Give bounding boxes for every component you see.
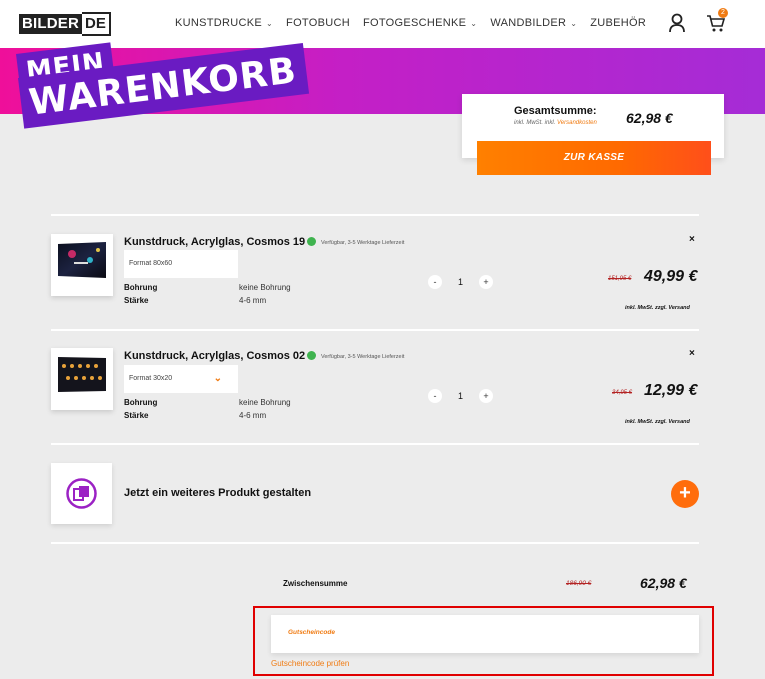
nav-item-fotobuch[interactable]: FOTOBUCH (286, 17, 350, 29)
voucher-input-placeholder: Gutscheincode (288, 629, 335, 636)
nav-item-wandbilder[interactable]: WANDBILDER ⌄ (490, 17, 577, 29)
spec-label: Stärke (124, 296, 149, 305)
product-image (58, 357, 106, 392)
product-image (58, 242, 106, 278)
old-price: 151,95 € (608, 276, 632, 282)
availability-text: Verfügbar, 3-5 Werktage Lieferzeit (321, 240, 405, 246)
check-voucher-link[interactable]: Gutscheincode prüfen (271, 659, 349, 668)
site-header: BILDER DE KUNSTDRUCKE ⌄ FOTOBUCH FOTOGES… (0, 0, 765, 48)
total-tax-text: inkl. MwSt. inkl. (514, 120, 556, 126)
nav-item-label: KUNSTDRUCKE (175, 17, 263, 29)
quantity-decrease-button[interactable]: - (428, 389, 442, 403)
user-icon[interactable] (668, 13, 686, 33)
add-product-label[interactable]: Jetzt ein weiteres Produkt gestalten (124, 487, 311, 499)
check-circle-icon (307, 351, 316, 360)
quantity-value[interactable]: 1 (458, 277, 463, 287)
quantity-increase-button[interactable]: + (479, 389, 493, 403)
nav-item-zubehoer[interactable]: ZUBEHÖR (590, 17, 646, 29)
main-nav: KUNSTDRUCKE ⌄ FOTOBUCH FOTOGESCHENKE ⌄ W… (175, 17, 659, 29)
spec-value: 4-6 mm (239, 296, 267, 305)
checkout-button[interactable]: ZUR KASSE (477, 141, 711, 175)
spec-value: keine Bohrung (239, 283, 291, 292)
total-tax-note: inkl. MwSt. inkl. Versandkosten (514, 120, 597, 126)
product-thumbnail[interactable] (51, 348, 113, 410)
old-price: 34,95 € (612, 390, 633, 396)
chevron-down-icon: ⌄ (570, 18, 578, 28)
nav-item-fotogeschenke[interactable]: FOTOGESCHENKE ⌄ (363, 17, 477, 29)
voucher-input[interactable]: Gutscheincode (271, 615, 699, 653)
nav-item-label: FOTOGESCHENKE (362, 17, 467, 29)
total-label: Gesamtsumme: (514, 105, 597, 117)
divider (51, 542, 699, 544)
cart-count-badge: 2 (718, 8, 728, 18)
format-select-value: Format 80x60 (129, 260, 173, 267)
remove-item-button[interactable]: × (689, 234, 695, 245)
add-product-thumbnail[interactable] (51, 463, 112, 524)
format-select[interactable]: Format 30x20 ⌄ (124, 365, 238, 393)
total-value: 62,98 € (626, 110, 673, 126)
chevron-down-icon: ⌄ (213, 373, 222, 384)
quantity-decrease-button[interactable]: - (428, 275, 442, 289)
quantity-increase-button[interactable]: + (479, 275, 493, 289)
nav-item-kunstdrucke[interactable]: KUNSTDRUCKE ⌄ (175, 17, 273, 29)
shipping-note: inkl. MwSt. zzgl. Versand (625, 419, 690, 425)
quantity-value[interactable]: 1 (458, 391, 463, 401)
divider (51, 329, 699, 331)
remove-item-button[interactable]: × (689, 348, 695, 359)
shipping-note: inkl. MwSt. zzgl. Versand (625, 305, 690, 311)
design-product-icon (66, 478, 97, 509)
product-title[interactable]: Kunstdruck, Acrylglas, Cosmos 19 (124, 236, 305, 248)
logo-text-part2: DE (82, 12, 111, 36)
divider (51, 214, 699, 216)
price: 12,99 € (644, 382, 698, 399)
spec-label: Bohrung (124, 283, 158, 292)
spec-label: Bohrung (124, 398, 158, 407)
subtotal-value: 62,98 € (640, 575, 687, 591)
nav-item-label: FOTOBUCH (286, 17, 350, 29)
availability-text: Verfügbar, 3-5 Werktage Lieferzeit (321, 354, 405, 360)
spec-value: keine Bohrung (239, 398, 291, 407)
product-thumbnail[interactable] (51, 234, 113, 296)
add-product-button[interactable]: + (671, 480, 699, 508)
product-title[interactable]: Kunstdruck, Acrylglas, Cosmos 02 (124, 350, 305, 362)
format-select-value: Format 30x20 (129, 375, 173, 382)
logo-text-part1: BILDER (19, 14, 83, 34)
nav-item-label: ZUBEHÖR (590, 17, 647, 29)
chevron-down-icon: ⌄ (470, 18, 478, 28)
price: 49,99 € (644, 268, 698, 285)
subtotal-old-value: 186,90 € (566, 580, 592, 587)
check-circle-icon (307, 237, 316, 246)
spec-label: Stärke (124, 411, 149, 420)
shipping-costs-link[interactable]: Versandkosten (557, 120, 597, 126)
subtotal-label: Zwischensumme (283, 579, 348, 588)
logo[interactable]: BILDER DE (19, 12, 111, 36)
spec-value: 4-6 mm (239, 411, 267, 420)
divider (51, 443, 699, 445)
nav-item-label: WANDBILDER (490, 17, 567, 29)
chevron-down-icon: ⌄ (266, 18, 274, 28)
format-select[interactable]: Format 80x60 (124, 250, 238, 278)
